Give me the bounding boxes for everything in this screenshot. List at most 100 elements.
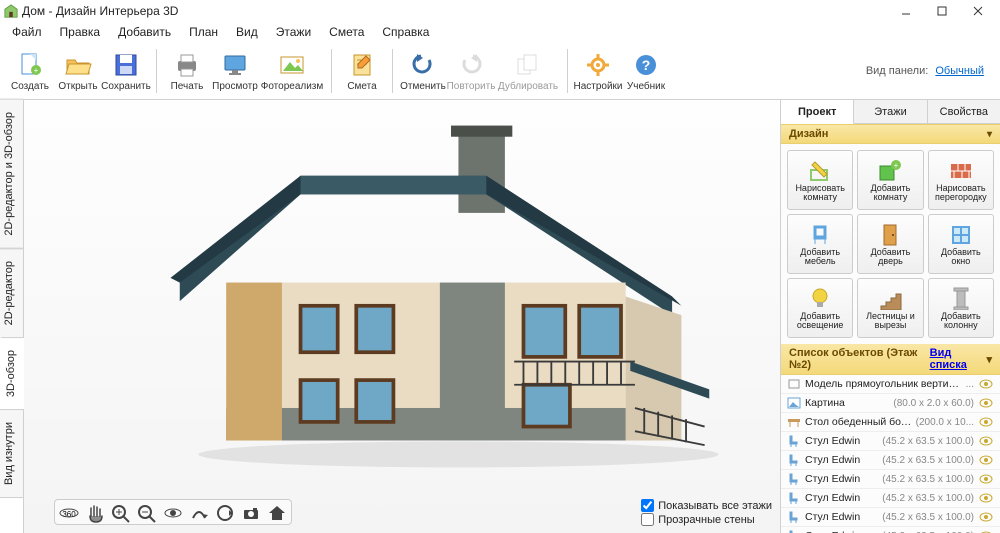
object-visibility-toggle[interactable] [978, 379, 994, 389]
design-add-light-label: Добавить освещение [790, 312, 850, 331]
toolbar-settings-label: Настройки [573, 81, 622, 92]
right-tab-project[interactable]: Проект [781, 100, 854, 124]
objects-list[interactable]: Модель прямоугольник вертикальная ... Ка… [781, 375, 1000, 533]
minimize-button[interactable] [888, 0, 924, 22]
toolbar-new-button[interactable]: +Создать [6, 45, 54, 97]
object-visibility-toggle[interactable] [978, 436, 994, 446]
right-tab-strip: ПроектЭтажиСвойства [781, 100, 1000, 124]
object-row[interactable]: Стул Edwin (45.2 x 63.5 x 100.0) [781, 432, 1000, 451]
design-draw-wall-button[interactable]: Нарисовать перегородку [928, 150, 994, 210]
show-all-floors-input[interactable] [641, 499, 654, 512]
design-add-column-label: Добавить колонну [931, 312, 991, 331]
transparent-walls-input[interactable] [641, 513, 654, 526]
design-add-furniture-button[interactable]: Добавить мебель [787, 214, 853, 274]
left-tab-editor2d[interactable]: 2D-редактор [0, 248, 23, 338]
viewport-camera-button[interactable] [239, 502, 263, 524]
object-row[interactable]: Стул Edwin (45.2 x 63.5 x 100.0) [781, 489, 1000, 508]
menu-Справка[interactable]: Справка [374, 23, 437, 41]
viewport-zoom-out-button[interactable] [135, 502, 159, 524]
object-visibility-toggle[interactable] [978, 512, 994, 522]
object-row[interactable]: Стул Edwin (45.2 x 63.5 x 100.0) [781, 527, 1000, 533]
undo-icon [408, 51, 438, 79]
svg-text:?: ? [642, 57, 651, 73]
objects-list-view-link[interactable]: Вид списка [930, 347, 987, 371]
pencil-room-icon [807, 158, 833, 182]
viewport-3d[interactable]: 360 Показывать все этажи Прозрачные стен… [24, 100, 780, 533]
viewport-home-button[interactable] [265, 502, 289, 524]
viewport-spin-button[interactable] [213, 502, 237, 524]
menu-Файл[interactable]: Файл [4, 23, 50, 41]
house-model-render [84, 120, 740, 473]
design-stairs-label: Лестницы и вырезы [860, 312, 920, 331]
show-all-floors-check[interactable]: Показывать все этажи [641, 499, 772, 512]
menu-Вид[interactable]: Вид [228, 23, 266, 41]
design-add-light-button[interactable]: Добавить освещение [787, 278, 853, 338]
viewport-zoom-in-button[interactable] [109, 502, 133, 524]
toolbar-estimate-button[interactable]: Смета [338, 45, 386, 97]
menu-Этажи[interactable]: Этажи [268, 23, 319, 41]
object-row[interactable]: Стул Edwin (45.2 x 63.5 x 100.0) [781, 470, 1000, 489]
design-draw-room-button[interactable]: Нарисовать комнату [787, 150, 853, 210]
object-row[interactable]: Картина (80.0 x 2.0 x 60.0) [781, 394, 1000, 413]
object-visibility-toggle[interactable] [978, 493, 994, 503]
object-row[interactable]: Стул Edwin (45.2 x 63.5 x 100.0) [781, 451, 1000, 470]
design-add-room-label: Добавить комнату [860, 184, 920, 203]
left-tab-inside[interactable]: Вид изнутри [0, 409, 23, 498]
toolbar-tutorial-button[interactable]: ?Учебник [622, 45, 670, 97]
object-visibility-toggle[interactable] [978, 474, 994, 484]
toolbar-redo-label: Повторить [447, 81, 496, 92]
right-tab-floors[interactable]: Этажи [854, 100, 927, 123]
toolbar-print-button[interactable]: Печать [163, 45, 211, 97]
object-visibility-toggle[interactable] [978, 455, 994, 465]
viewport-toolbar: 360 [54, 499, 292, 525]
viewport-orbit-button[interactable] [161, 502, 185, 524]
viewport-rotate-360-button[interactable]: 360 [57, 502, 81, 524]
right-tab-props[interactable]: Свойства [928, 100, 1000, 123]
panel-mode-value[interactable]: Обычный [935, 65, 984, 77]
object-row[interactable]: Стул Edwin (45.2 x 63.5 x 100.0) [781, 508, 1000, 527]
floppy-icon [111, 51, 141, 79]
menu-План[interactable]: План [181, 23, 226, 41]
design-stairs-button[interactable]: Лестницы и вырезы [857, 278, 923, 338]
object-visibility-toggle[interactable] [978, 417, 994, 427]
viewport-tilt-button[interactable] [187, 502, 211, 524]
object-row[interactable]: Стол обеденный большой (200.0 x 10... [781, 413, 1000, 432]
design-add-window-button[interactable]: Добавить окно [928, 214, 994, 274]
toolbar-preview-button[interactable]: Просмотр [211, 45, 259, 97]
object-name: Модель прямоугольник вертикальная [805, 378, 962, 390]
chair-icon [787, 529, 801, 533]
design-section-header[interactable]: Дизайн ▾ [781, 124, 1000, 144]
design-add-column-button[interactable]: Добавить колонну [928, 278, 994, 338]
design-add-door-button[interactable]: Добавить дверь [857, 214, 923, 274]
left-tab-view3d[interactable]: 3D-обзор [0, 337, 24, 410]
toolbar-redo-button: Повторить [447, 45, 495, 97]
menu-Добавить[interactable]: Добавить [110, 23, 179, 41]
design-add-room-button[interactable]: + Добавить комнату [857, 150, 923, 210]
object-visibility-toggle[interactable] [978, 398, 994, 408]
svg-text:+: + [894, 161, 899, 170]
svg-text:+: + [34, 66, 39, 75]
left-tab-combined[interactable]: 2D-редактор и 3D-обзор [0, 99, 23, 249]
menu-Правка[interactable]: Правка [52, 23, 109, 41]
object-dimensions: (45.2 x 63.5 x 100.0) [882, 455, 974, 466]
object-dimensions: (45.2 x 63.5 x 100.0) [882, 512, 974, 523]
maximize-button[interactable] [924, 0, 960, 22]
object-row[interactable]: Модель прямоугольник вертикальная ... [781, 375, 1000, 394]
toolbar-photoreal-button[interactable]: Фотореализм [259, 45, 325, 97]
toolbar-save-button[interactable]: Сохранить [102, 45, 150, 97]
object-name: Стул Edwin [805, 492, 878, 504]
window-icon [948, 222, 974, 246]
transparent-walls-check[interactable]: Прозрачные стены [641, 513, 772, 526]
chair-icon [807, 222, 833, 246]
viewport-pan-hand-button[interactable] [83, 502, 107, 524]
stairs-icon [877, 286, 903, 310]
toolbar-open-button[interactable]: Открыть [54, 45, 102, 97]
toolbar-settings-button[interactable]: Настройки [574, 45, 622, 97]
menu-Смета[interactable]: Смета [321, 23, 372, 41]
close-button[interactable] [960, 0, 996, 22]
object-name: Стул Edwin [805, 511, 878, 523]
rect-icon [787, 377, 801, 391]
toolbar-undo-button[interactable]: Отменить [399, 45, 447, 97]
toolbar-preview-label: Просмотр [212, 81, 258, 92]
objects-section-header[interactable]: Список объектов (Этаж №2) Вид списка ▾ [781, 344, 1000, 375]
